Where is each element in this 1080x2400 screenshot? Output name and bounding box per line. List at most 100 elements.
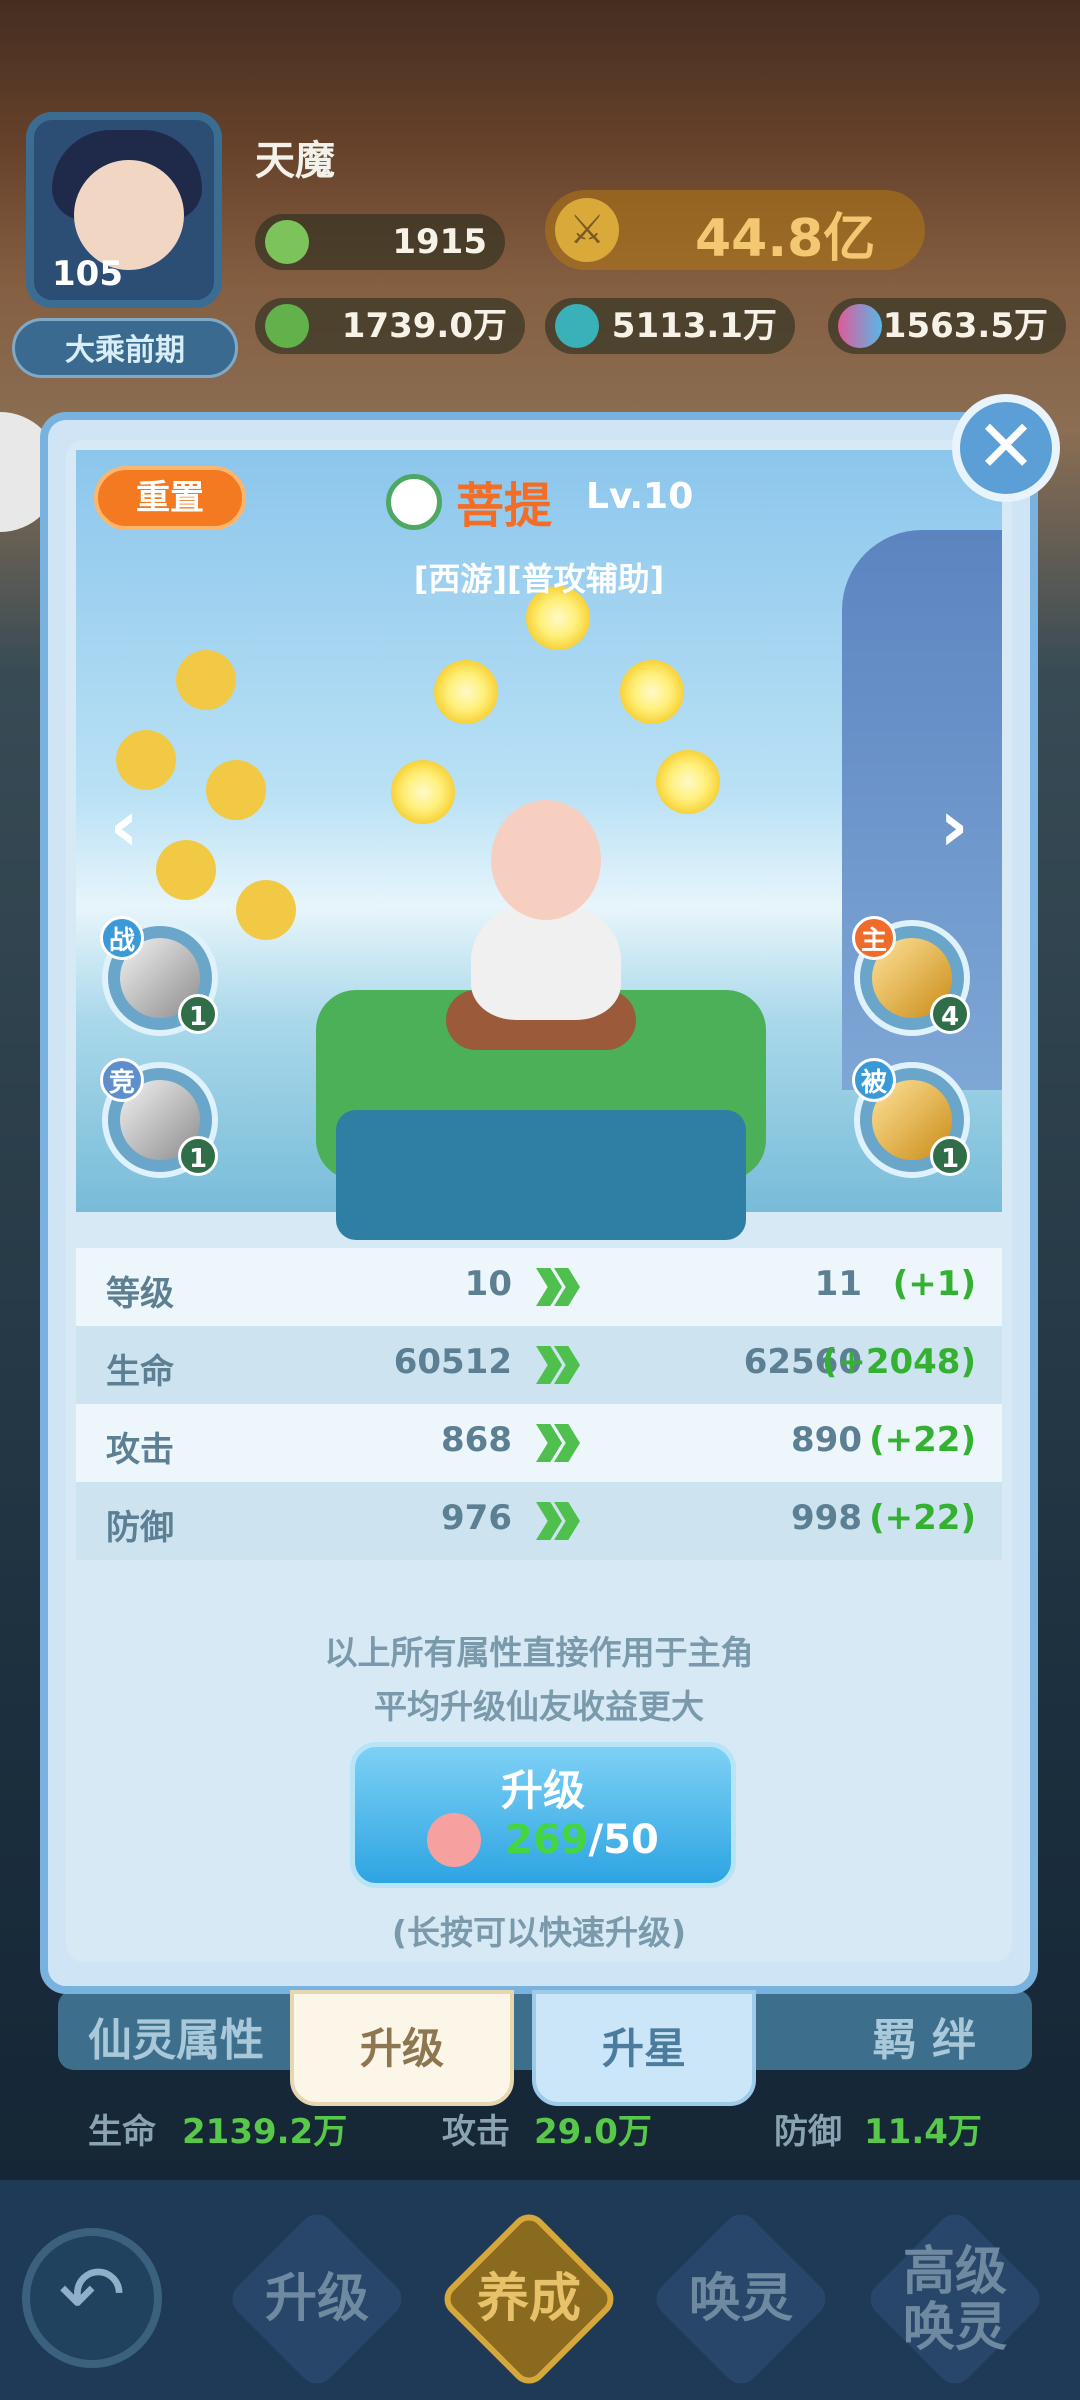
- stat-current: 10: [464, 1264, 512, 1304]
- stat-diff: (+22): [869, 1498, 976, 1538]
- stat-row-attack: 攻击 868 890 (+22): [76, 1404, 1002, 1482]
- skill-active-count: 4: [930, 994, 970, 1034]
- combat-power-value: 44.8亿: [695, 209, 876, 269]
- skill-battle[interactable]: 战 1: [100, 916, 218, 1036]
- rainbow-crystal-icon: [838, 304, 882, 348]
- stat-diff: (+2048): [821, 1342, 976, 1382]
- stat-label: 防御: [106, 1508, 174, 1548]
- skill-active-tag: 主: [852, 916, 896, 960]
- resource-rainbow[interactable]: 1563.5万: [828, 298, 1066, 354]
- info-line-1: 以上所有属性直接作用于主角: [324, 1633, 754, 1672]
- player-level: 105: [52, 254, 123, 294]
- nav-summon[interactable]: 唤灵: [649, 2207, 833, 2391]
- skill-arena[interactable]: 竞 1: [100, 1058, 218, 1178]
- stat-next: 11: [814, 1264, 862, 1304]
- double-arrow-icon: [536, 1424, 584, 1462]
- skill-active[interactable]: 主 4: [852, 916, 970, 1036]
- tree-leaf: [156, 840, 216, 900]
- tree-leaf: [236, 880, 296, 940]
- nav-adv-line1: 高级: [902, 2242, 1007, 2302]
- nav-upgrade-label: 升级: [264, 2269, 369, 2329]
- tab-star-up[interactable]: 升星: [532, 1990, 756, 2106]
- hero-panel: 重置 菩提 Lv.10 [西游][普攻辅助] ‹ › 战 1 竞 1 主 4 被…: [66, 440, 1012, 1962]
- double-arrow-icon: [536, 1268, 584, 1306]
- crossed-swords-icon: ⚔: [555, 198, 619, 262]
- stat-row-defense: 防御 976 998 (+22): [76, 1482, 1002, 1560]
- realm-badge: 大乘前期: [12, 318, 238, 378]
- teal-crystal-icon: [555, 304, 599, 348]
- skill-passive-tag: 被: [852, 1058, 896, 1102]
- glow-orb: [434, 660, 498, 724]
- attr-def-label: 防御: [774, 2112, 842, 2152]
- hero-head: [491, 800, 601, 920]
- peach-value: 1915: [392, 222, 487, 262]
- upgrade-button-label: 升级: [500, 1766, 585, 1815]
- nav-advanced-summon[interactable]: 高级 唤灵: [863, 2207, 1047, 2391]
- prev-hero-arrow-icon[interactable]: ‹: [94, 786, 154, 866]
- player-name: 天魔: [255, 138, 335, 184]
- resource-green-value: 1739.0万: [341, 306, 507, 346]
- resource-teal-value: 5113.1万: [611, 306, 777, 346]
- bond-title[interactable]: 羁 绊: [873, 2004, 976, 2068]
- spirit-attr-title: 仙灵属性: [88, 2015, 264, 2066]
- stat-row-level: 等级 10 11 (+1): [76, 1248, 1002, 1326]
- glow-orb: [656, 750, 720, 814]
- tree-leaf: [116, 730, 176, 790]
- nav-cultivate-label: 养成: [476, 2269, 581, 2329]
- skill-arena-count: 1: [178, 1136, 218, 1176]
- stats-table: 等级 10 11 (+1) 生命 60512 62560 (+2048) 攻击 …: [76, 1248, 1002, 1560]
- stat-next: 998: [791, 1498, 862, 1538]
- hero-character[interactable]: [446, 800, 636, 1060]
- peach-counter[interactable]: 1915: [255, 214, 505, 270]
- upgrade-cost: 269/50: [505, 1817, 659, 1863]
- resource-green[interactable]: 1739.0万: [255, 298, 525, 354]
- nav-cultivate[interactable]: 养成: [437, 2207, 621, 2391]
- tree-leaf: [176, 650, 236, 710]
- attr-def-value: 11.4万: [864, 2112, 982, 2152]
- bottom-nav: ↶ 升级 养成 唤灵 高级 唤灵: [0, 2180, 1080, 2400]
- skill-arena-tag: 竞: [100, 1058, 144, 1102]
- next-hero-arrow-icon[interactable]: ›: [924, 786, 984, 866]
- attr-life-label: 生命: [88, 2112, 156, 2152]
- upgrade-cost-have: 269: [505, 1817, 589, 1863]
- reset-button[interactable]: 重置: [94, 466, 246, 530]
- nav-upgrade[interactable]: 升级: [225, 2207, 409, 2391]
- resource-teal[interactable]: 5113.1万: [545, 298, 795, 354]
- resource-rainbow-value: 1563.5万: [882, 306, 1048, 346]
- stat-label: 等级: [106, 1274, 174, 1314]
- skill-battle-tag: 战: [100, 916, 144, 960]
- attr-life-value: 2139.2万: [182, 2112, 348, 2152]
- hero-name: 菩提: [456, 478, 553, 534]
- tab-upgrade[interactable]: 升级: [290, 1990, 514, 2106]
- stat-current: 868: [441, 1420, 512, 1460]
- skill-passive-count: 1: [930, 1136, 970, 1176]
- stat-next: 890: [791, 1420, 862, 1460]
- glow-orb: [620, 660, 684, 724]
- stat-diff: (+1): [892, 1264, 976, 1304]
- tree-leaf: [206, 760, 266, 820]
- hero-element-icon: [386, 474, 442, 530]
- long-press-hint: (长按可以快速升级): [391, 1913, 687, 1952]
- stat-label: 攻击: [106, 1430, 174, 1470]
- double-arrow-icon: [536, 1346, 584, 1384]
- close-icon[interactable]: ✕: [952, 394, 1060, 502]
- upgrade-button[interactable]: 升级 269/50: [350, 1742, 736, 1888]
- stat-current: 60512: [393, 1342, 512, 1382]
- stat-diff: (+22): [869, 1420, 976, 1460]
- attr-atk-label: 攻击: [442, 2112, 510, 2152]
- upgrade-cost-need: /50: [588, 1817, 659, 1863]
- stat-label: 生命: [106, 1352, 174, 1392]
- nav-summon-label: 唤灵: [688, 2269, 793, 2329]
- back-arrow-icon[interactable]: ↶: [22, 2228, 162, 2368]
- nav-adv-line2: 唤灵: [902, 2298, 1007, 2358]
- info-line-2: 平均升级仙友收益更大: [374, 1687, 704, 1726]
- hero-tags: [西游][普攻辅助]: [413, 560, 665, 598]
- player-avatar[interactable]: 105: [26, 112, 222, 308]
- hero-level: Lv.10: [586, 476, 694, 517]
- island-underside: [336, 1110, 746, 1240]
- skill-passive[interactable]: 被 1: [852, 1058, 970, 1178]
- green-crystal-icon: [265, 304, 309, 348]
- combat-power: ⚔ 44.8亿: [545, 190, 925, 270]
- peach-icon: [427, 1813, 481, 1867]
- double-arrow-icon: [536, 1502, 584, 1540]
